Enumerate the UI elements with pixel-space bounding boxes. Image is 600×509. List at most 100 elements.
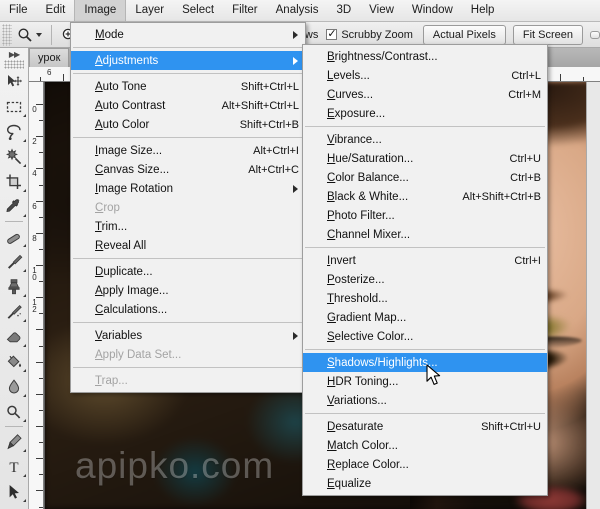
menu-item-selective-color[interactable]: Selective Color... bbox=[303, 327, 547, 346]
flyout-corner-icon bbox=[23, 214, 26, 217]
menu-item-threshold[interactable]: Threshold... bbox=[303, 289, 547, 308]
menu-item-canvas-size[interactable]: Canvas Size... Alt+Ctrl+C bbox=[71, 160, 305, 179]
menu-item-image-rotation[interactable]: Image Rotation bbox=[71, 179, 305, 198]
tool-blur[interactable] bbox=[0, 374, 28, 399]
menu-item-hue-saturation[interactable]: Hue/Saturation... Ctrl+U bbox=[303, 149, 547, 168]
menu-item-invert[interactable]: Invert Ctrl+I bbox=[303, 251, 547, 270]
ruler-label: 4 bbox=[32, 169, 37, 179]
menu-item-black-white[interactable]: Black & White... Alt+Shift+Ctrl+B bbox=[303, 187, 547, 206]
menu-item-desaturate[interactable]: Desaturate Shift+Ctrl+U bbox=[303, 417, 547, 436]
menubar-item-layer[interactable]: Layer bbox=[126, 0, 173, 21]
menubar-item-3d[interactable]: 3D bbox=[327, 0, 360, 21]
menubar-item-view[interactable]: View bbox=[360, 0, 403, 21]
menu-item-curves[interactable]: Curves... Ctrl+M bbox=[303, 85, 547, 104]
menu-item-label: Adjustments bbox=[95, 54, 159, 67]
scrubby-zoom-checkbox[interactable]: Scrubby Zoom bbox=[326, 27, 413, 41]
active-tool-preset[interactable] bbox=[12, 27, 47, 43]
eyedropper-tool-icon bbox=[6, 198, 20, 212]
actual-pixels-button[interactable]: Actual Pixels bbox=[422, 24, 506, 45]
menu-item-reveal-all[interactable]: Reveal All bbox=[71, 236, 305, 255]
tool-eyedropper[interactable] bbox=[0, 194, 28, 219]
menu-bar: File Edit Image Layer Select Filter Analysis 3D… bbox=[0, 0, 600, 22]
menu-item-gradient-map[interactable]: Gradient Map... bbox=[303, 308, 547, 327]
menu-item-levels[interactable]: Levels... Ctrl+L bbox=[303, 66, 547, 85]
tool-rectangular-marquee[interactable] bbox=[0, 94, 28, 119]
menubar-item-analysis[interactable]: Analysis bbox=[267, 0, 328, 21]
menu-item-apply-image[interactable]: Apply Image... bbox=[71, 281, 305, 300]
tool-spot-healing-brush[interactable] bbox=[0, 224, 28, 249]
tool-horizontal-type[interactable]: T bbox=[0, 454, 28, 479]
menu-item-mode[interactable]: Mode bbox=[71, 25, 305, 44]
menu-item-label: Exposure... bbox=[327, 107, 386, 120]
vertical-ruler[interactable]: 0 2 4 6 8 10 12 bbox=[29, 82, 44, 509]
tool-quick-selection[interactable] bbox=[0, 144, 28, 169]
menubar-item-help[interactable]: Help bbox=[462, 0, 504, 21]
menu-item-brightness-contrast[interactable]: Brightness/Contrast... bbox=[303, 47, 547, 66]
toolbox-drag-handle[interactable] bbox=[4, 60, 24, 69]
menu-item-vibrance[interactable]: Vibrance... bbox=[303, 130, 547, 149]
tool-brush[interactable] bbox=[0, 249, 28, 274]
tool-history-brush[interactable] bbox=[0, 299, 28, 324]
scrubby-zoom-check-icon[interactable] bbox=[326, 27, 338, 40]
menu-item-equalize[interactable]: Equalize bbox=[303, 474, 547, 493]
menu-item-shortcut: Ctrl+I bbox=[514, 254, 541, 267]
clone-stamp-tool-icon bbox=[8, 278, 20, 294]
menu-item-calculations[interactable]: Calculations... bbox=[71, 300, 305, 319]
ruler-tick bbox=[39, 281, 43, 283]
flyout-corner-icon bbox=[23, 319, 26, 322]
menu-image: Mode Adjustments Auto Tone Shift+Ctrl+L Auto… bbox=[70, 22, 306, 393]
tool-clone-stamp[interactable] bbox=[0, 274, 28, 299]
menu-item-hdr-toning[interactable]: HDR Toning... bbox=[303, 372, 547, 391]
menu-item-replace-color[interactable]: Replace Color... bbox=[303, 455, 547, 474]
tool-pen[interactable] bbox=[0, 429, 28, 454]
menu-item-channel-mixer[interactable]: Channel Mixer... bbox=[303, 225, 547, 244]
canvas-vertical-scrollbar[interactable] bbox=[586, 82, 600, 509]
menubar-item-window[interactable]: Window bbox=[403, 0, 462, 21]
menu-separator bbox=[73, 258, 303, 259]
path-selection-tool-icon bbox=[9, 484, 19, 499]
fill-screen-button[interactable] bbox=[590, 30, 600, 39]
menu-item-auto-tone[interactable]: Auto Tone Shift+Ctrl+L bbox=[71, 77, 305, 96]
document-tab[interactable]: урок bbox=[29, 48, 70, 67]
blur-tool-icon bbox=[8, 378, 20, 393]
menu-item-shadows-highlights[interactable]: Shadows/Highlights... bbox=[303, 353, 547, 372]
menu-item-variables[interactable]: Variables bbox=[71, 326, 305, 345]
menu-item-label: Threshold... bbox=[327, 292, 388, 305]
menu-item-shortcut: Ctrl+U bbox=[509, 152, 541, 165]
tool-preset-chevron-icon[interactable] bbox=[36, 32, 42, 37]
menubar-item-image[interactable]: Image bbox=[74, 0, 127, 21]
menu-item-duplicate[interactable]: Duplicate... bbox=[71, 262, 305, 281]
toolbox-collapse-button[interactable]: ▶▶ bbox=[0, 48, 28, 60]
options-bar-grip[interactable] bbox=[2, 23, 12, 46]
menu-item-auto-contrast[interactable]: Auto Contrast Alt+Shift+Ctrl+L bbox=[71, 96, 305, 115]
tool-lasso[interactable] bbox=[0, 119, 28, 144]
ruler-tick bbox=[36, 361, 43, 363]
menu-item-adjustments[interactable]: Adjustments bbox=[71, 51, 305, 70]
tool-move[interactable] bbox=[0, 69, 28, 94]
menu-item-image-size[interactable]: Image Size... Alt+Ctrl+I bbox=[71, 141, 305, 160]
menu-item-match-color[interactable]: Match Color... bbox=[303, 436, 547, 455]
menubar-item-file[interactable]: File bbox=[0, 0, 37, 21]
menubar-item-edit[interactable]: Edit bbox=[37, 0, 75, 21]
menu-item-auto-color[interactable]: Auto Color Shift+Ctrl+B bbox=[71, 115, 305, 134]
menu-item-color-balance[interactable]: Color Balance... Ctrl+B bbox=[303, 168, 547, 187]
menu-separator bbox=[73, 73, 303, 74]
tool-eraser[interactable] bbox=[0, 324, 28, 349]
ruler-tick bbox=[39, 442, 43, 444]
menubar-item-filter[interactable]: Filter bbox=[223, 0, 267, 21]
tool-crop[interactable] bbox=[0, 169, 28, 194]
menu-item-variations[interactable]: Variations... bbox=[303, 391, 547, 410]
fit-screen-button[interactable]: Fit Screen bbox=[512, 24, 583, 45]
tool-dodge[interactable] bbox=[0, 399, 28, 424]
menubar-item-select[interactable]: Select bbox=[173, 0, 223, 21]
tool-paint-bucket[interactable] bbox=[0, 349, 28, 374]
paint-bucket-tool-icon bbox=[7, 354, 22, 367]
menu-item-photo-filter[interactable]: Photo Filter... bbox=[303, 206, 547, 225]
menu-item-exposure[interactable]: Exposure... bbox=[303, 104, 547, 123]
tool-path-selection[interactable] bbox=[0, 479, 28, 504]
tool-ellipse-shape[interactable] bbox=[0, 504, 28, 509]
menu-item-label: Variables bbox=[95, 329, 143, 342]
menu-item-trim[interactable]: Trim... bbox=[71, 217, 305, 236]
menu-item-apply-data-set: Apply Data Set... bbox=[71, 345, 305, 364]
menu-item-posterize[interactable]: Posterize... bbox=[303, 270, 547, 289]
